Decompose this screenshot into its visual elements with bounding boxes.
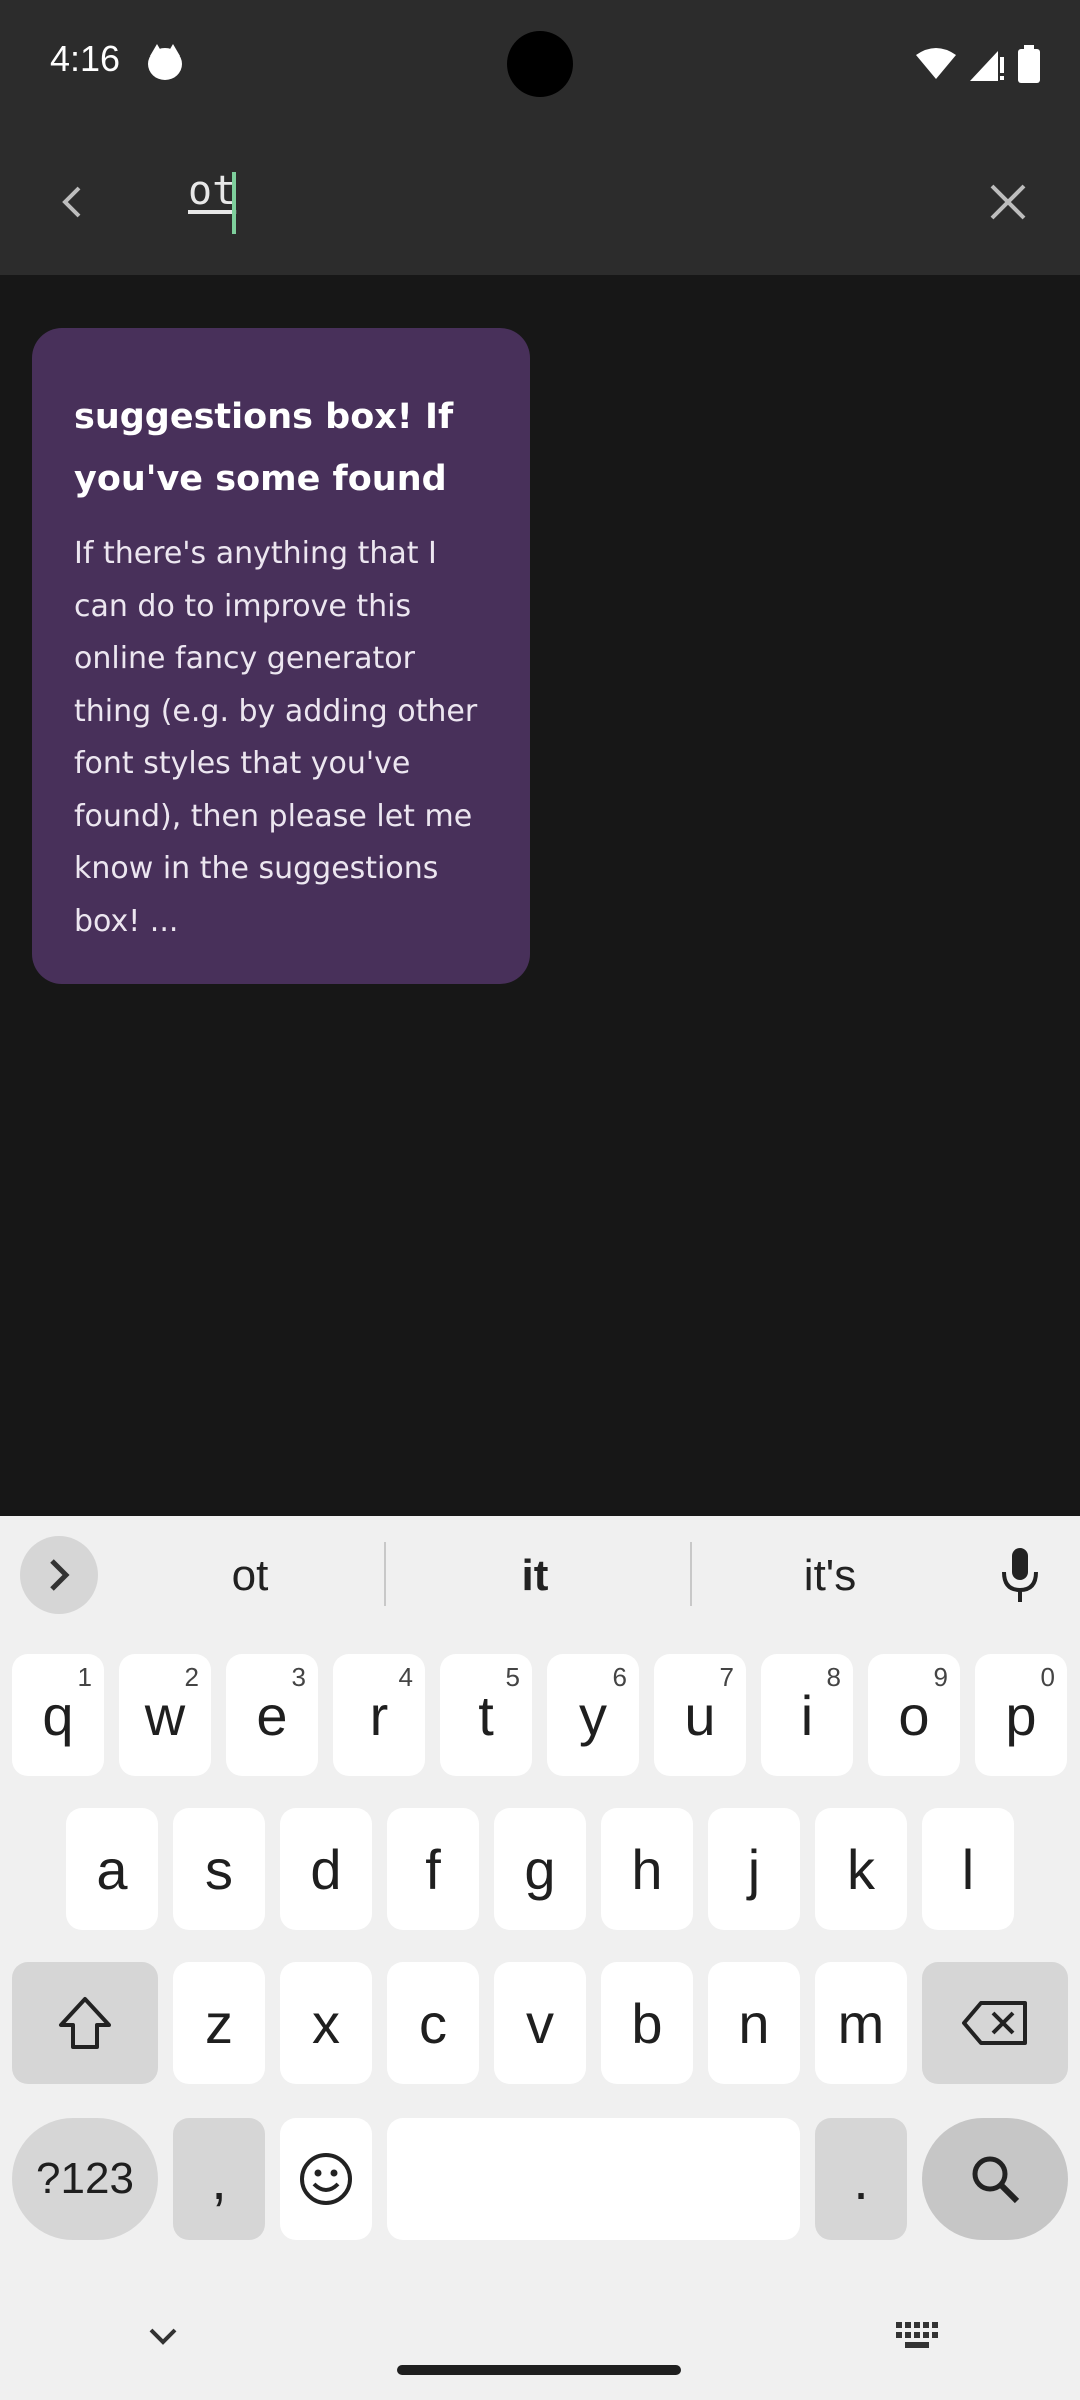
key-label: t [478,1683,494,1747]
microphone-icon [1002,1548,1038,1602]
shift-icon [59,1997,111,2049]
search-icon [972,2156,1020,2204]
cat-notification-icon [148,44,182,80]
back-arrow-icon [62,186,81,218]
key-hint: 6 [612,1662,627,1692]
key-label: r [369,1683,389,1747]
key-o[interactable]: o9 [868,1654,960,1776]
key-d[interactable]: d [280,1808,372,1930]
period-key[interactable]: . [815,2118,907,2240]
key-h[interactable]: h [601,1808,693,1930]
key-r[interactable]: r4 [333,1654,425,1776]
comma-key[interactable]: , [173,2118,265,2240]
key-hint: 8 [826,1662,841,1692]
suggestion-3[interactable]: it's [700,1538,960,1614]
search-key[interactable] [922,2118,1068,2240]
back-button[interactable] [40,170,104,234]
emoji-key[interactable] [280,2118,372,2240]
key-hint: 5 [505,1662,520,1692]
key-hint: 0 [1040,1662,1055,1692]
keyboard-icon[interactable] [896,2322,940,2350]
search-toolbar: ot [0,130,1080,275]
note-title: suggestions box! If you've some found [74,397,454,499]
backspace-key[interactable] [922,1962,1068,2084]
key-p[interactable]: p0 [975,1654,1067,1776]
key-l[interactable]: l [922,1808,1014,1930]
key-f[interactable]: f [387,1808,479,1930]
key-n[interactable]: n [708,1962,800,2084]
key-s[interactable]: s [173,1808,265,1930]
key-e[interactable]: e3 [226,1654,318,1776]
chevron-down-icon[interactable] [145,2324,181,2348]
text-cursor [232,172,236,234]
note-body: If there's anything that I can do to imp… [74,536,478,939]
key-hint: 2 [184,1662,199,1692]
suggestion-2[interactable]: it [390,1538,680,1614]
signal-icon [970,51,1004,81]
symbols-key[interactable]: ?123 [12,2118,158,2240]
emoji-icon [300,2153,352,2205]
key-i[interactable]: i8 [761,1654,853,1776]
key-label: w [144,1683,186,1747]
suggestion-divider [384,1542,386,1606]
key-hint: 9 [933,1662,948,1692]
home-indicator[interactable] [397,2365,681,2375]
clear-search-button[interactable] [976,170,1040,234]
key-y[interactable]: y6 [547,1654,639,1776]
key-j[interactable]: j [708,1808,800,1930]
expand-toolbar-button[interactable] [20,1536,98,1614]
status-bar: 4:16 [0,0,1080,130]
suggestion-divider [690,1542,692,1606]
camera-cutout [507,31,573,97]
soft-keyboard: ot it it's q1 w2 e3 r4 t5 y6 u7 i8 o9 p0… [0,1516,1080,2400]
close-icon [990,184,1026,220]
key-hint: 3 [291,1662,306,1692]
system-icons [916,44,1040,84]
shift-key[interactable] [12,1962,158,2084]
key-x[interactable]: x [280,1962,372,2084]
key-w[interactable]: w2 [119,1654,211,1776]
key-label: e [256,1683,288,1747]
key-label: u [684,1683,716,1747]
key-label: y [579,1683,607,1747]
key-label: o [898,1683,930,1747]
key-hint: 1 [77,1662,92,1692]
key-a[interactable]: a [66,1808,158,1930]
key-hint: 7 [719,1662,734,1692]
voice-input-button[interactable] [990,1538,1050,1614]
key-label: i [800,1683,814,1747]
chevron-right-icon [50,1559,70,1591]
navigation-row [0,2300,1080,2400]
key-c[interactable]: c [387,1962,479,2084]
key-hint: 4 [398,1662,413,1692]
key-label: q [42,1683,74,1747]
key-v[interactable]: v [494,1962,586,2084]
battery-icon [1018,45,1040,83]
note-card[interactable]: suggestions box! If you've some found If… [32,328,530,984]
wifi-icon [916,48,956,79]
search-input[interactable]: ot [188,168,236,214]
key-m[interactable]: m [815,1962,907,2084]
suggestion-strip: ot it it's [0,1516,1080,1634]
suggestion-1[interactable]: ot [130,1538,370,1614]
backspace-icon [962,2001,1027,2045]
key-u[interactable]: u7 [654,1654,746,1776]
key-t[interactable]: t5 [440,1654,532,1776]
status-time: 4:16 [50,38,121,79]
key-z[interactable]: z [173,1962,265,2084]
key-k[interactable]: k [815,1808,907,1930]
key-q[interactable]: q1 [12,1654,104,1776]
key-g[interactable]: g [494,1808,586,1930]
key-label: p [1005,1683,1037,1747]
key-b[interactable]: b [601,1962,693,2084]
space-key[interactable] [387,2118,800,2240]
